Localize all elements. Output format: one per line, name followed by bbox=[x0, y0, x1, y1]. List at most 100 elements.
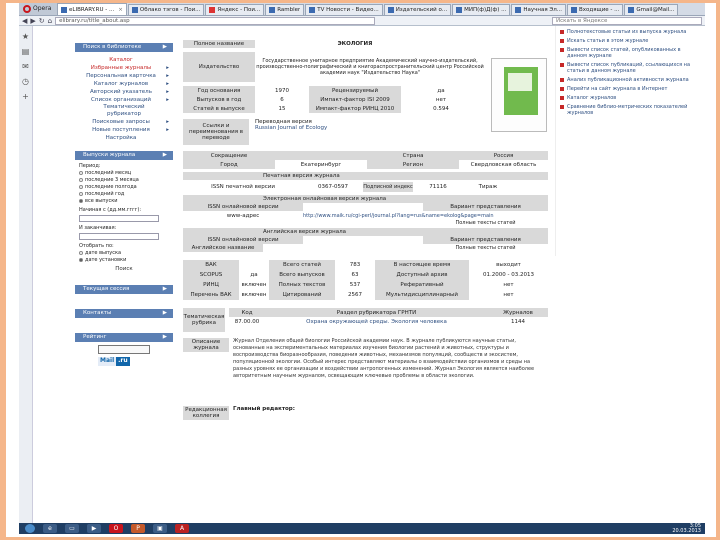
action-link[interactable]: Сравнение библио-метрических показателей… bbox=[567, 104, 701, 116]
rubric-code: 87.00.00 bbox=[234, 318, 260, 325]
mailru-rating-badge[interactable]: Mail .ru bbox=[98, 357, 150, 366]
browser-tab-7[interactable]: МИП(ф)Д(ф) ... bbox=[452, 4, 511, 15]
notes-icon[interactable]: ▤ bbox=[19, 47, 32, 56]
action-item[interactable]: Искать статьи в этом журнале bbox=[560, 38, 701, 44]
reload-icon[interactable]: ↻ bbox=[39, 17, 45, 25]
index-value: включен bbox=[241, 282, 267, 288]
period-option[interactable]: последние полгода bbox=[75, 183, 173, 190]
action-link[interactable]: Вывести список статей, опубликованных в … bbox=[567, 47, 701, 59]
explorer-taskbar-icon[interactable]: ▭ bbox=[65, 524, 79, 533]
contacts-header[interactable]: Контакты ▶ bbox=[75, 309, 173, 318]
end-date-input[interactable] bbox=[79, 233, 159, 240]
sort-option[interactable]: дате установки bbox=[75, 256, 173, 263]
print-row: ISSN печатной версии 0367-0597 Подписной… bbox=[183, 182, 548, 192]
home-icon[interactable]: ⌂ bbox=[48, 17, 52, 25]
save-taskbar-icon[interactable]: ▣ bbox=[153, 524, 167, 533]
search-field[interactable]: Искать в Яндексе bbox=[552, 16, 702, 25]
action-item[interactable]: Анализ публикационной активности журнала bbox=[560, 77, 701, 83]
ie-taskbar-icon[interactable]: e bbox=[43, 524, 57, 533]
index-value: нет bbox=[503, 292, 514, 298]
links-label: Ссылки и переименования в переводе bbox=[183, 119, 249, 145]
action-item[interactable]: Вывести список статей, опубликованных в … bbox=[560, 47, 701, 59]
current-session-header[interactable]: Текущая сессия ▶ bbox=[75, 285, 173, 294]
browser-tab-1[interactable]: eLIBRARY.RU - ... × bbox=[57, 3, 127, 15]
index-value: 63 bbox=[351, 272, 359, 278]
journal-cover-image[interactable] bbox=[491, 58, 547, 132]
action-item[interactable]: Перейти на сайт журнала в Интернет bbox=[560, 86, 701, 92]
geo-header-row: Сокращение Страна Россия bbox=[183, 151, 548, 160]
bookmarks-star-icon[interactable]: ★ bbox=[19, 32, 32, 41]
system-clock[interactable]: 3:05 20.03.2013 bbox=[672, 523, 705, 534]
start-button[interactable] bbox=[25, 524, 35, 533]
index-value: 71116 bbox=[429, 184, 447, 190]
action-link[interactable]: Полнотекстовые статьи из выпуска журнала bbox=[567, 29, 686, 35]
action-item[interactable]: Полнотекстовые статьи из выпуска журнала bbox=[560, 29, 701, 35]
browser-tab-5[interactable]: TV Новости - Видео... bbox=[305, 4, 383, 15]
bullet-icon bbox=[560, 48, 564, 52]
period-option[interactable]: последние 3 месяца bbox=[75, 176, 173, 183]
issn-value: 0367-0597 bbox=[318, 184, 348, 190]
nav-favorite-journals[interactable]: Избранные журналы ▸ bbox=[75, 64, 173, 72]
action-item[interactable]: Каталог журналов bbox=[560, 95, 701, 101]
browser-tab-10[interactable]: Gmail@Mail... bbox=[624, 4, 679, 15]
period-option[interactable]: все выпуски bbox=[75, 197, 173, 204]
history-icon[interactable]: ◷ bbox=[19, 77, 32, 86]
arrow-icon: ▸ bbox=[166, 127, 169, 133]
journal-website-link[interactable]: http://www.maik.ru/cgi-perl/journal.pl?l… bbox=[303, 211, 548, 220]
nav-search-queries[interactable]: Поисковые запросы ▸ bbox=[75, 118, 173, 126]
close-tab-icon[interactable]: × bbox=[118, 7, 123, 13]
index-label: Перечень ВАК bbox=[183, 290, 239, 300]
search-button[interactable]: Поиск bbox=[75, 266, 173, 272]
favicon-icon bbox=[571, 7, 578, 13]
media-taskbar-icon[interactable]: ▶ bbox=[87, 524, 101, 533]
issues-header[interactable]: Выпуски журнала ▶ bbox=[75, 151, 173, 160]
nav-journal-catalog[interactable]: Каталог журналов ▸ bbox=[75, 80, 173, 88]
browser-tab-4[interactable]: Rambler bbox=[265, 4, 305, 15]
sort-option[interactable]: дате выпуска bbox=[75, 249, 173, 256]
option-label: последний год bbox=[85, 190, 125, 197]
index-value: 537 bbox=[349, 282, 361, 288]
powerpoint-taskbar-icon[interactable]: P bbox=[131, 524, 145, 533]
action-item[interactable]: Сравнение библио-метрических показателей… bbox=[560, 104, 701, 116]
library-search-header[interactable]: Поиск в библиотеке ▶ bbox=[75, 43, 173, 52]
mail-icon[interactable]: ✉ bbox=[19, 62, 32, 71]
action-link[interactable]: Перейти на сайт журнала в Интернет bbox=[567, 86, 667, 92]
translation-link[interactable]: Russian Journal of Ecology bbox=[255, 125, 479, 131]
nav-rubricator[interactable]: Тематический рубрикатор bbox=[75, 104, 173, 118]
nav-new-arrivals[interactable]: Новые поступления ▸ bbox=[75, 126, 173, 134]
opera-menu-button[interactable]: Opera bbox=[19, 3, 57, 15]
browser-tab-2[interactable]: Облако тэгов - Пои... bbox=[127, 4, 205, 15]
action-link[interactable]: Искать статьи в этом журнале bbox=[567, 38, 648, 44]
back-icon[interactable]: ◀ bbox=[22, 17, 27, 25]
index-value: 01.2000 - 03.2013 bbox=[483, 272, 534, 278]
opera-taskbar-icon[interactable]: O bbox=[109, 524, 123, 533]
nav-label: Авторский указатель bbox=[90, 89, 152, 95]
browser-tab-3[interactable]: Яндекс - Пои... bbox=[205, 4, 265, 15]
nav-author-index[interactable]: Авторский указатель ▸ bbox=[75, 88, 173, 96]
forward-icon[interactable]: ▶ bbox=[30, 17, 35, 25]
rubric-link[interactable]: Охрана окружающей среды. Экология челове… bbox=[265, 317, 488, 326]
start-date-input[interactable] bbox=[79, 215, 159, 222]
browser-tab-9[interactable]: Входящие - ... bbox=[567, 4, 624, 15]
url-field[interactable]: elibrary.ru/title_about.asp bbox=[55, 16, 376, 25]
nav-organizations[interactable]: Список организаций ▸ bbox=[75, 96, 173, 104]
action-link[interactable]: Анализ публикационной активности журнала bbox=[567, 77, 689, 83]
visit-counter[interactable] bbox=[98, 345, 150, 354]
action-link[interactable]: Каталог журналов bbox=[567, 95, 616, 101]
nav-settings[interactable]: Настройка bbox=[75, 134, 173, 142]
acrobat-taskbar-icon[interactable]: A bbox=[175, 524, 189, 533]
rubric-head: Журналов bbox=[488, 308, 548, 317]
action-link[interactable]: Вывести список публикаций, ссылающихся н… bbox=[567, 62, 701, 74]
add-panel-icon[interactable]: + bbox=[19, 92, 32, 101]
browser-tab-8[interactable]: Научная Эл... bbox=[511, 4, 567, 15]
description-text: Журнал Отделения общей биологии Российск… bbox=[233, 338, 535, 379]
period-option[interactable]: последний год bbox=[75, 190, 173, 197]
nav-personal-card[interactable]: Персональная карточка ▸ bbox=[75, 72, 173, 80]
browser-tab-6[interactable]: Издательский о... bbox=[383, 4, 452, 15]
nav-catalog[interactable]: Каталог bbox=[75, 56, 173, 64]
opera-menu-label: Opera bbox=[33, 5, 52, 12]
period-option[interactable]: последний месяц bbox=[75, 169, 173, 176]
rating-header[interactable]: Рейтинг ▶ bbox=[75, 333, 173, 342]
badge-text: .ru bbox=[116, 357, 130, 366]
action-item[interactable]: Вывести список публикаций, ссылающихся н… bbox=[560, 62, 701, 74]
